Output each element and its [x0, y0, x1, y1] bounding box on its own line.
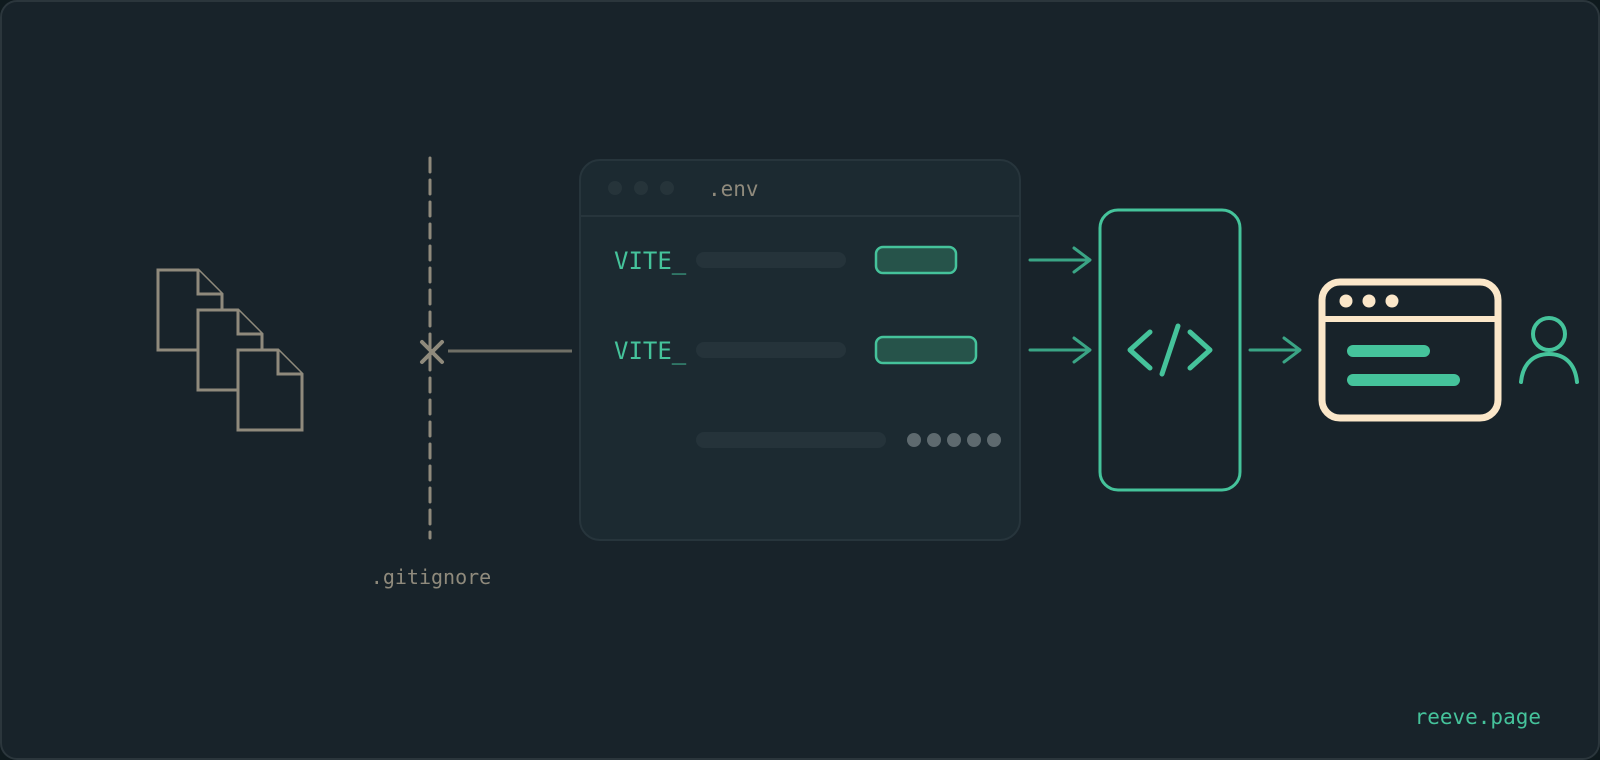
env-var-prefix: VITE_: [614, 247, 687, 275]
env-file-panel: .env VITE_ VITE_: [579, 159, 1021, 541]
code-bundle-box: [1098, 208, 1242, 492]
env-var-value-chip: [874, 335, 978, 365]
browser-window-icon: [1318, 278, 1502, 422]
brand-footer: reeve.page: [1415, 705, 1541, 729]
gitignore-label: .gitignore: [371, 565, 491, 589]
env-var-value-chip: [874, 245, 958, 275]
window-dot-icon: [634, 181, 648, 195]
env-exposure-diagram: .gitignore .env VITE_ VITE_ reeve.page: [0, 0, 1600, 760]
env-var-name-placeholder: [696, 342, 846, 358]
env-var-name-placeholder: [696, 432, 886, 448]
window-dot-icon: [608, 181, 622, 195]
env-var-name-placeholder: [696, 252, 846, 268]
env-file-title: .env: [708, 177, 759, 201]
env-var-prefix: VITE_: [614, 337, 687, 365]
window-dot-icon: [660, 181, 674, 195]
